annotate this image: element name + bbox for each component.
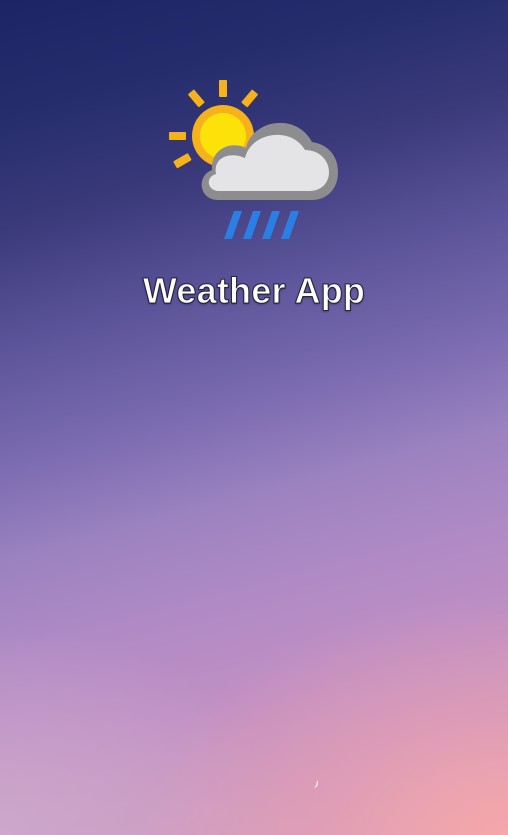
rain-icon: [224, 211, 299, 239]
splash-screen: Weather App: [0, 0, 508, 835]
crescent-moon-icon: [313, 775, 319, 788]
app-title: Weather App: [142, 270, 366, 312]
partly-cloudy-rain-icon: [166, 78, 342, 244]
